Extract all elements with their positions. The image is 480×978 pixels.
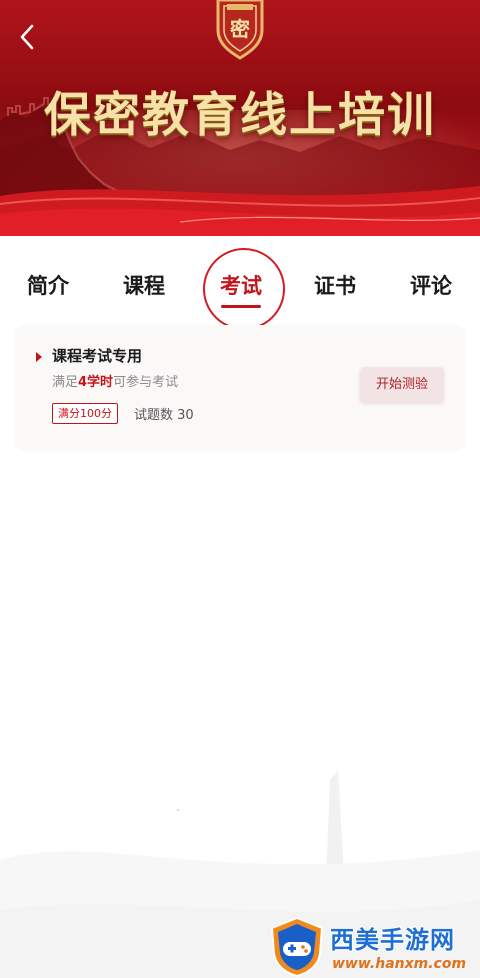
exam-card[interactable]: 课程考试专用 满足4学时可参与考试 满分100分 试题数 30 开始测验 (16, 325, 464, 449)
page: 密 保密教育线上培训 简介 课程 考试 证书 评论 课程考试专用 满足4学时可参… (0, 0, 480, 978)
tab-courses[interactable]: 课程 (104, 270, 184, 300)
exam-title: 课程考试专用 (52, 347, 143, 365)
requirement-prefix: 满足 (52, 375, 79, 390)
question-count: 试题数 30 (134, 408, 194, 423)
watermark-brand: 西美手游网 (330, 926, 455, 954)
svg-text:密: 密 (230, 17, 250, 41)
secrecy-emblem-icon: 密 (216, 0, 264, 60)
site-watermark: 西美手游网 www.hanxm.com (268, 916, 480, 978)
full-score-badge: 满分100分 (52, 403, 118, 424)
gamepad-shield-icon (270, 916, 324, 978)
tab-certificate[interactable]: 证书 (295, 270, 375, 300)
requirement-hours: 4学时 (78, 375, 114, 390)
banner-title: 保密教育线上培训 (44, 88, 436, 143)
back-button[interactable] (10, 20, 44, 54)
start-test-button[interactable]: 开始测验 (360, 367, 444, 403)
active-tab-highlight-circle (203, 248, 285, 330)
tab-comments[interactable]: 评论 (391, 270, 471, 300)
tab-intro[interactable]: 简介 (8, 270, 88, 300)
course-banner: 密 保密教育线上培训 (0, 0, 480, 236)
chevron-left-icon (20, 24, 34, 50)
requirement-suffix: 可参与考试 (113, 375, 179, 390)
exam-requirement: 满足4学时可参与考试 (52, 371, 178, 390)
triangle-marker-icon (36, 352, 42, 362)
active-tab-underline (221, 305, 261, 308)
watermark-url: www.hanxm.com (332, 956, 467, 972)
